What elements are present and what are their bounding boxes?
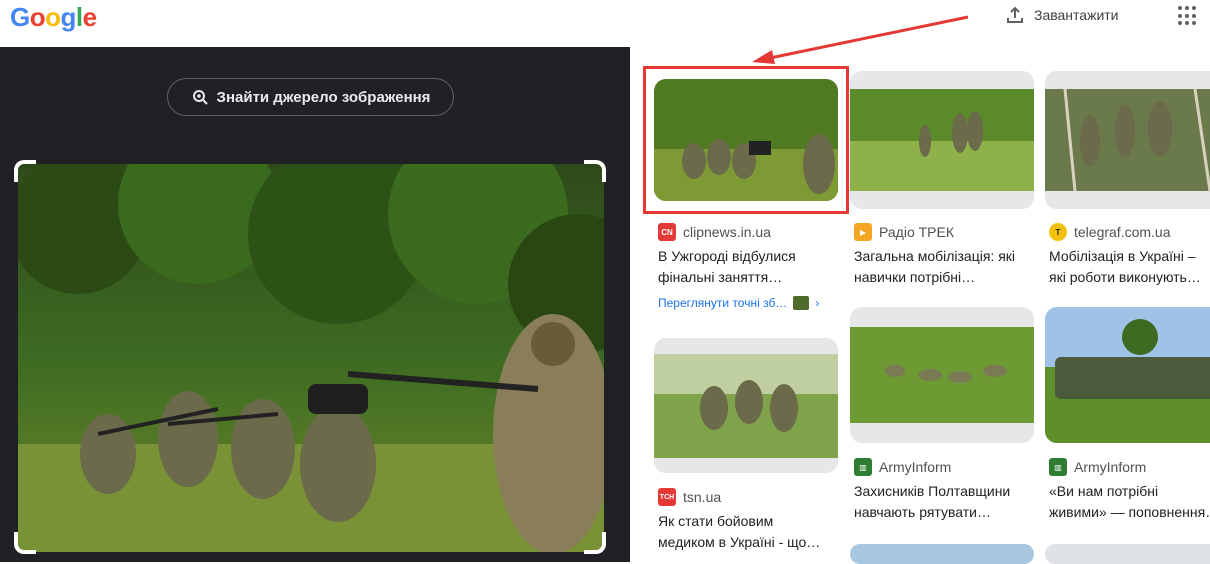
query-image[interactable] <box>18 164 604 552</box>
result-title[interactable]: «Ви нам потрібні живими» — поповнення… <box>1049 481 1210 523</box>
result-source[interactable]: ▥ ArmyInform <box>1049 458 1146 476</box>
result-thumbnail[interactable] <box>850 71 1034 209</box>
annotation-highlight-box <box>643 66 849 214</box>
find-image-source-label: Знайти джерело зображення <box>216 88 431 106</box>
result-title[interactable]: Захисників Полтавщини навчають рятувати… <box>854 481 1034 523</box>
upload-button[interactable]: Завантажити <box>1006 4 1119 26</box>
result-thumbnail[interactable] <box>850 544 1034 564</box>
crop-corner-top-right[interactable] <box>584 160 606 182</box>
result-title[interactable]: В Ужгороді відбулися фінальні заняття… <box>658 246 838 288</box>
result-title[interactable]: Загальна мобілізація: які навички потрібн… <box>854 246 1034 288</box>
result-thumbnail[interactable] <box>850 307 1034 443</box>
crop-corner-top-left[interactable] <box>14 160 36 182</box>
result-source[interactable]: ▥ ArmyInform <box>854 458 951 476</box>
thumbnail-mini-icon <box>793 296 810 310</box>
result-source[interactable]: ТСН tsn.ua <box>658 488 721 506</box>
upload-icon <box>1007 6 1023 23</box>
favicon: ТСН <box>658 488 676 506</box>
lens-search-icon <box>192 90 208 105</box>
query-image-panel: Знайти джерело зображення <box>0 47 630 562</box>
favicon: ▥ <box>1049 458 1067 476</box>
result-source[interactable]: ▶ Радіо ТРЕК <box>854 223 954 241</box>
crop-corner-bottom-right[interactable] <box>584 532 606 554</box>
result-title[interactable]: Мобілізація в Україні – які роботи викону… <box>1049 246 1210 288</box>
result-title[interactable]: Як стати бойовим медиком в Україні - що… <box>658 511 838 553</box>
favicon: CN <box>658 223 676 241</box>
apps-grid-icon[interactable] <box>1178 6 1198 26</box>
result-thumbnail[interactable] <box>654 338 838 473</box>
result-thumbnail[interactable] <box>1045 71 1210 209</box>
favicon: ▥ <box>854 458 872 476</box>
google-logo[interactable]: Google <box>10 2 97 33</box>
result-source[interactable]: CN clipnews.in.ua <box>658 223 771 241</box>
favicon: ▶ <box>854 223 872 241</box>
result-thumbnail[interactable] <box>1045 544 1210 564</box>
chevron-right-icon: › <box>815 296 820 310</box>
crop-corner-bottom-left[interactable] <box>14 532 36 554</box>
find-image-source-button[interactable]: Знайти джерело зображення <box>167 78 454 116</box>
view-exact-matches-link[interactable]: Переглянути точні зб… › <box>658 296 819 310</box>
favicon: T <box>1049 223 1067 241</box>
result-thumbnail[interactable] <box>1045 307 1210 443</box>
upload-label: Завантажити <box>1034 7 1119 23</box>
top-bar: Google Завантажити <box>0 0 1210 47</box>
result-source[interactable]: T telegraf.com.ua <box>1049 223 1171 241</box>
